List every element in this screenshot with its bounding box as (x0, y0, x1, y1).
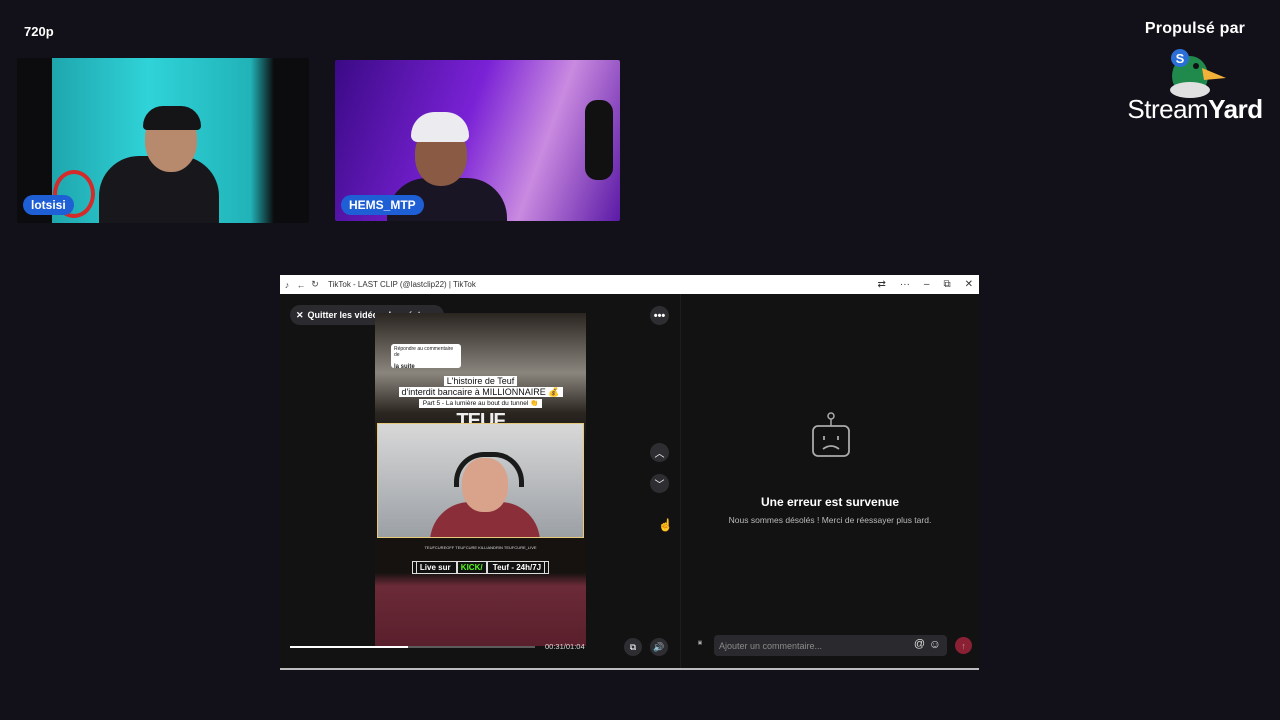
svg-text:S: S (1176, 51, 1185, 66)
clip-subtitle-text: Part 5 - La lumière au bout du tunnel 👏 (418, 399, 543, 408)
browser-title: TikTok - LAST CLIP (@lastclip22) | TikTo… (328, 280, 476, 289)
hand-cursor-icon: ☝ (658, 518, 673, 532)
browser-bottom-border (280, 668, 979, 670)
error-title: Une erreur est survenue (760, 495, 900, 509)
reply-note: Répondre au commentaire de (394, 346, 454, 358)
clip-title-line1: L'histoire de Teuf (443, 376, 518, 386)
restore-button[interactable]: ⧉ (943, 279, 950, 290)
camera-feed-lotsisi: lotsisi (17, 58, 309, 223)
chevron-up-icon: ︿ (654, 449, 665, 460)
video-frame[interactable]: Répondre au commentaire de la suite L'hi… (375, 313, 586, 646)
participant-nametag: lotsisi (23, 195, 74, 215)
previous-video-button[interactable]: ︿ (650, 443, 669, 462)
translate-icon[interactable]: ⇄ (878, 279, 886, 290)
video-progress-bar[interactable] (290, 646, 535, 648)
studio-microphone (585, 100, 613, 180)
kick-prefix: Live sur (415, 561, 457, 574)
more-button[interactable]: ••• (650, 306, 669, 325)
close-icon: ✕ (296, 309, 304, 320)
comment-input[interactable]: Ajouter un commentaire... @ ☺ (714, 635, 947, 656)
participant-hair (143, 106, 201, 130)
kick-banner: Live sur KICK/ Teuf - 24h/7J (375, 561, 586, 574)
reload-icon[interactable]: ↻ (308, 279, 322, 290)
browser-titlebar: ♪ ← ↻ TikTok - LAST CLIP (@lastclip22) |… (280, 275, 979, 294)
wordmark-stream: Stream (1127, 94, 1209, 124)
headset-icon (454, 452, 524, 487)
streamyard-duck-logo: S (1170, 49, 1226, 98)
emoji-icon[interactable]: ☺ (929, 637, 941, 651)
camera-feed-hems-mtp: HEMS_MTP (335, 60, 620, 221)
video-pane: ✕ Quitter les vidéos du créateur ••• Rép… (280, 294, 680, 670)
powered-by-label: Propulsé par (1144, 20, 1246, 37)
shared-browser-window: ♪ ← ↻ TikTok - LAST CLIP (@lastclip22) |… (280, 275, 979, 670)
video-progress-fill (290, 646, 408, 648)
video-time: 00:31/01:04 (545, 642, 585, 651)
volume-button[interactable]: 🔊 (650, 638, 668, 656)
stream-quality-label: 720p (24, 24, 54, 39)
participant-cap (411, 112, 469, 142)
send-comment-button[interactable]: ↑ (955, 637, 972, 654)
streamer-webcam (377, 423, 584, 538)
streamyard-wordmark: StreamYard (1110, 94, 1280, 125)
next-video-button[interactable]: ﹀ (650, 474, 669, 493)
error-message: Nous sommes désolés ! Merci de réessayer… (728, 515, 932, 525)
tiktok-favicon-icon: ♪ (284, 279, 290, 290)
clip-title-line2: d'interdit bancaire à MILLIONNAIRE 💰 (398, 387, 563, 397)
minimize-button[interactable]: – (924, 279, 930, 290)
kick-suffix: Teuf - 24h/7J (486, 561, 546, 574)
streamyard-branding: Propulsé par S StreamYard (1110, 20, 1280, 125)
comments-pane: Une erreur est survenue Nous sommes déso… (680, 294, 979, 670)
miniplayer-icon: ⧉ (629, 641, 637, 652)
miniplayer-button[interactable]: ⧉ (624, 638, 642, 656)
social-handles: TEUFCUREOFF TEUFCURE KILLIANDRIN TEUFCUR… (424, 545, 537, 550)
error-robot-icon (812, 412, 850, 457)
user-avatar: ▣ (697, 640, 703, 646)
clip-title: L'histoire de Teuf d'interdit bancaire à… (375, 376, 586, 398)
chevron-down-icon: ﹀ (654, 480, 665, 491)
send-arrow-icon: ↑ (961, 640, 966, 651)
back-icon[interactable]: ← (294, 280, 308, 290)
more-options-icon[interactable]: ··· (900, 279, 910, 290)
reply-text: la suite (394, 364, 415, 370)
mention-icon[interactable]: @ (914, 638, 925, 650)
participant-nametag: HEMS_MTP (341, 195, 424, 215)
reply-comment-card: Répondre au commentaire de la suite (391, 344, 461, 370)
window-controls: ⇄ ··· – ⧉ ✕ (878, 275, 973, 294)
clip-subtitle: Part 5 - La lumière au bout du tunnel 👏 (375, 399, 586, 408)
speaker-icon: 🔊 (653, 641, 665, 652)
kick-highlight: KICK/ (456, 561, 487, 574)
wordmark-yard: Yard (1208, 94, 1263, 124)
comment-placeholder: Ajouter un commentaire... (719, 640, 823, 651)
close-button[interactable]: ✕ (965, 279, 973, 290)
